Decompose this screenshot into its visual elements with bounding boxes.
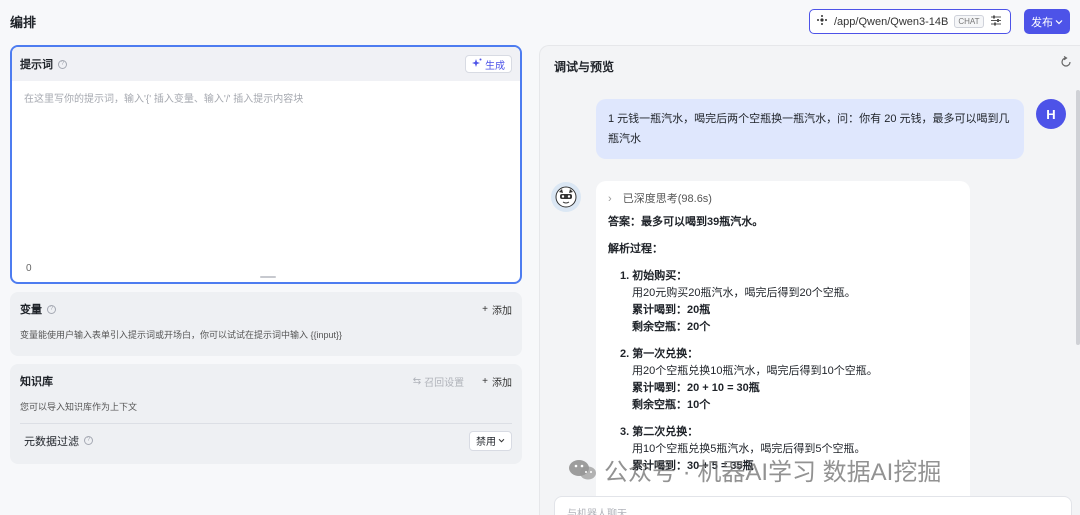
step-line: 剩余空瓶：10个 [632,399,711,411]
app-icon [816,14,828,29]
step-line: 剩余空瓶：20个 [632,321,711,333]
chevron-right-icon: › [608,193,612,205]
variables-title: 变量 [20,304,42,316]
refresh-icon[interactable] [1060,55,1072,71]
plus-icon: + [482,375,488,387]
preview-title: 调试与预览 [554,60,615,74]
char-count: 0 [26,263,32,274]
step-heading: 3. 第二次兑换： [620,426,699,438]
app-type-badge: CHAT [954,15,984,28]
step-line: 累计喝到：20瓶 [632,304,711,316]
avatar: H [1036,99,1066,129]
app-selector[interactable]: /app/Qwen/Qwen3-14B CHAT [809,9,1011,34]
knowledge-title: 知识库 [20,376,53,388]
add-variable-label: 添加 [492,305,512,317]
publish-label: 发布 [1031,16,1053,29]
wechat-icon [568,458,598,482]
generate-button[interactable]: 生成 [465,55,512,73]
add-variable-button[interactable]: + 添加 [482,302,512,317]
plus-icon: + [482,303,488,315]
add-knowledge-label: 添加 [492,377,512,389]
swap-icon: ⇆ [412,375,422,387]
analysis-heading: 解析过程： [608,243,663,255]
step-line: 用20个空瓶兑换10瓶汽水，喝完后得到10个空瓶。 [632,365,878,377]
variables-description: 变量能使用户输入表单引入提示词或开场白，你可以试试在提示词中输入 {{input… [20,330,343,340]
app-path: /app/Qwen/Qwen3-14B [834,15,949,28]
user-message: 1 元钱一瓶汽水，喝完后两个空瓶换一瓶汽水，问：你有 20 元钱，最多可以喝到几… [596,99,1024,159]
step-line: 累计喝到：20 + 10 = 30瓶 [632,382,760,394]
thinking-label: 已深度思考(98.6s) [622,193,712,205]
generate-label: 生成 [485,60,505,72]
sliders-icon[interactable] [990,15,1002,29]
scrollbar[interactable] [1076,90,1080,345]
top-bar: 编排 /app/Qwen/Qwen3-14B CHAT 发布 [0,0,1080,42]
recall-settings-label: 召回设置 [424,377,465,389]
bot-avatar [551,182,581,212]
prompt-title: 提示词 [20,59,53,71]
step-line: 用20元购买20瓶汽水，喝完后得到20个空瓶。 [632,287,856,299]
chevron-down-icon [1055,16,1063,28]
page-title: 编排 [10,15,37,30]
sparkle-icon [472,58,482,71]
chevron-down-icon [498,435,505,446]
help-icon[interactable]: ? [84,436,93,445]
variables-card: 变量 ? + 添加 变量能使用户输入表单引入提示词或开场白，你可以试试在提示词中… [10,292,522,356]
help-icon[interactable]: ? [58,59,67,69]
chat-input[interactable]: 与机器人聊天 [554,496,1072,515]
metadata-filter-label: 元数据过滤 [24,435,79,448]
list-item: 1. 初始购买： 用20元购买20瓶汽水，喝完后得到20个空瓶。 累计喝到：20… [608,268,958,336]
knowledge-card: 知识库 ⇆ 召回设置 + 添加 您可以导入知识库作为上下文 元数据过滤 ? 禁用 [10,364,522,464]
debug-preview-panel: 调试与预览 1 元钱一瓶汽水，喝完后两个空瓶换一瓶汽水，问：你有 20 元钱，最… [539,45,1080,515]
prompt-header: 提示词 ? 生成 [12,47,520,81]
watermark-text: 公众号 · 机器AI学习 数据AI挖掘 [604,459,942,486]
metadata-filter-select[interactable]: 禁用 [469,430,512,451]
recall-settings-button[interactable]: ⇆ 召回设置 [413,374,464,389]
metadata-filter-value: 禁用 [476,437,496,448]
robot-icon [555,186,577,208]
prompt-input[interactable]: 在这里写你的提示词，输入'{' 插入变量、输入'/' 插入提示内容块 [12,81,520,114]
publish-button[interactable]: 发布 [1024,9,1070,34]
list-item: 2. 第一次兑换： 用20个空瓶兑换10瓶汽水，喝完后得到10个空瓶。 累计喝到… [608,346,958,414]
add-knowledge-button[interactable]: + 添加 [482,374,512,389]
help-icon[interactable]: ? [47,304,56,314]
thinking-toggle[interactable]: › 已深度思考(98.6s) [608,191,958,208]
step-heading: 1. 初始购买： [620,270,688,282]
resize-handle[interactable] [260,276,276,278]
answer-text: 答案：最多可以喝到39瓶汽水。 [608,216,764,228]
prompt-editor-card: 提示词 ? 生成 在这里写你的提示词，输入'{' 插入变量、输入'/' 插入提示… [10,45,522,284]
watermark: 公众号 · 机器AI学习 数据AI挖掘 [568,452,941,487]
knowledge-description: 您可以导入知识库作为上下文 [20,402,138,412]
step-heading: 2. 第一次兑换： [620,348,699,360]
